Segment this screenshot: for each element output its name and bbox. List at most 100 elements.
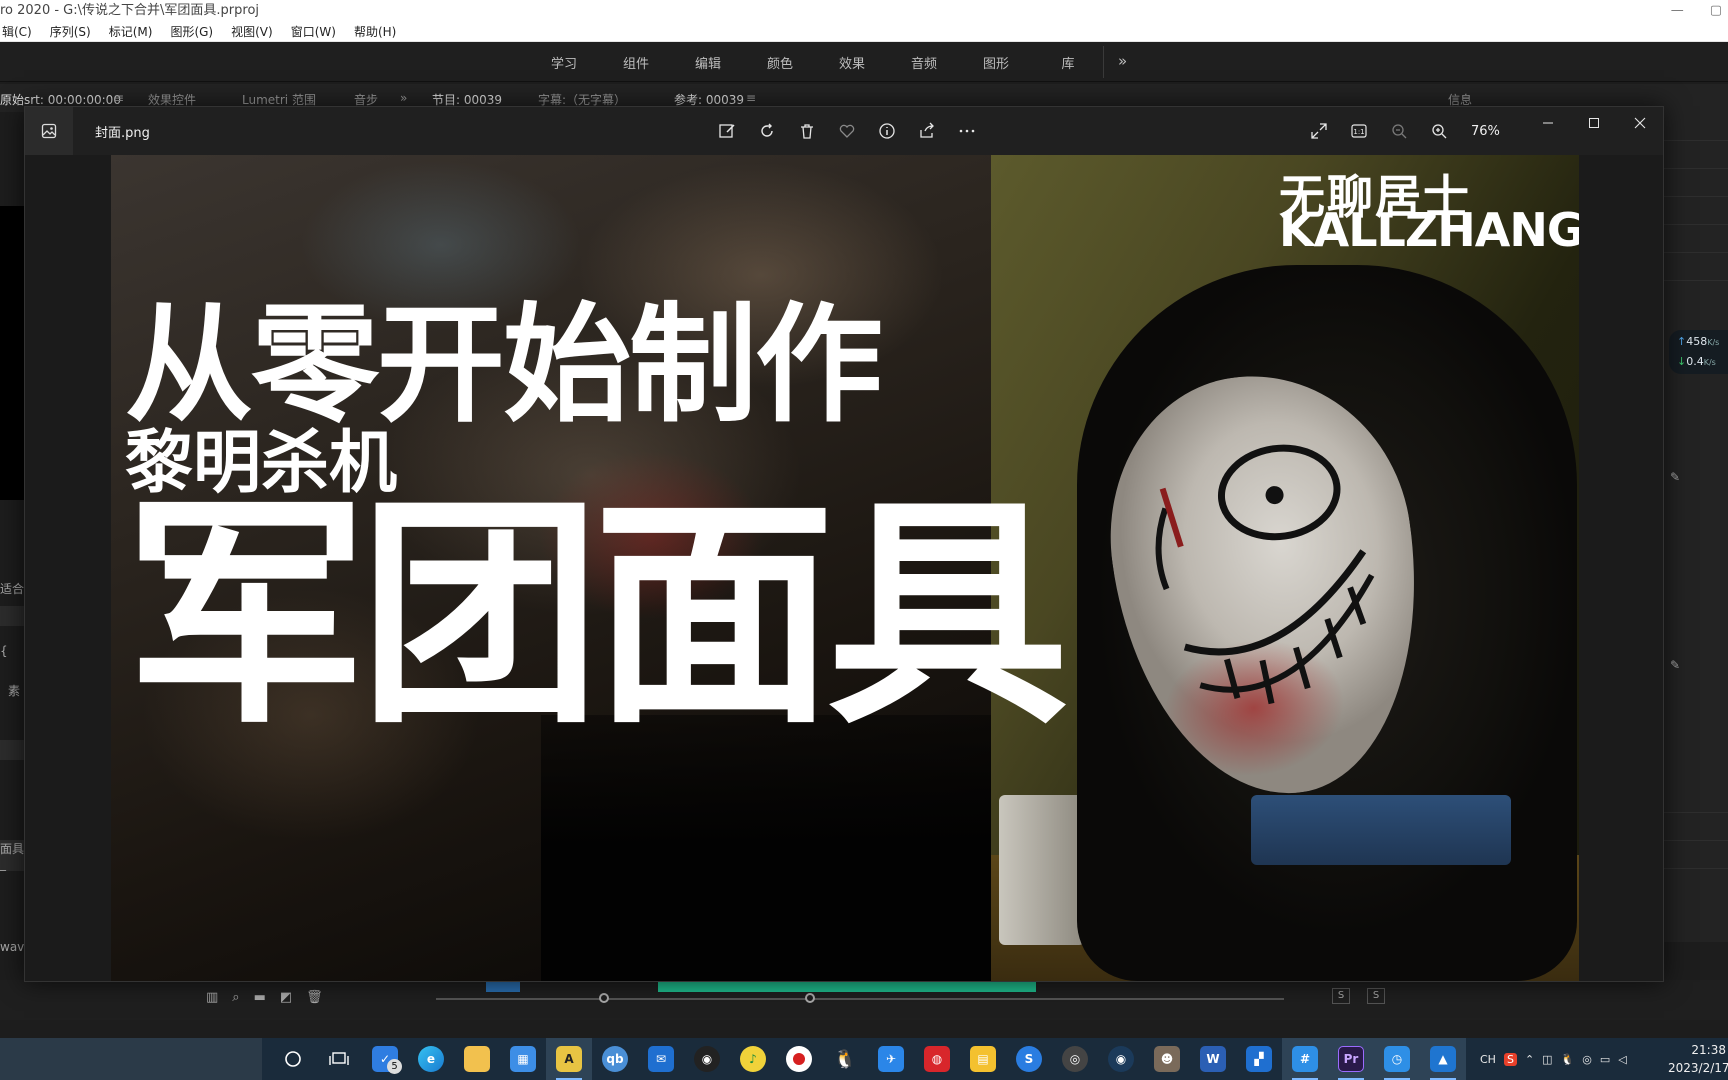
- zoom-in-icon[interactable]: [1427, 119, 1451, 143]
- notes-icon[interactable]: ▤: [960, 1038, 1006, 1080]
- edge-browser-icon[interactable]: e: [408, 1038, 454, 1080]
- workspace-tab-graphics[interactable]: 图形: [960, 53, 1032, 72]
- project-clip-item[interactable]: 面具_: [0, 840, 26, 871]
- tray-overflow-icon[interactable]: ⌃: [1525, 1053, 1534, 1066]
- legion-mask-graphic: [1089, 356, 1445, 814]
- notification-badge: 5: [387, 1059, 402, 1074]
- menu-item-clip[interactable]: 辑(C): [0, 22, 34, 41]
- edit-image-icon[interactable]: [715, 119, 739, 143]
- timeline-zoom-slider[interactable]: [436, 998, 1284, 1000]
- viewer-toolbar: [715, 119, 979, 143]
- word-icon[interactable]: W: [1190, 1038, 1236, 1080]
- qbittorrent-icon[interactable]: qb: [592, 1038, 638, 1080]
- menu-item-window[interactable]: 窗口(W): [289, 22, 338, 41]
- list-view-icon[interactable]: ▥: [206, 990, 218, 1005]
- find-icon[interactable]: ⌕: [232, 990, 239, 1005]
- timeline-slider-handle[interactable]: [805, 993, 815, 1003]
- upload-unit: K/s: [1707, 338, 1720, 347]
- timeline-slider-handle[interactable]: [599, 993, 609, 1003]
- minimize-icon[interactable]: [1525, 107, 1571, 139]
- new-bin-icon[interactable]: ▬: [254, 990, 266, 1005]
- bracket-icon[interactable]: {: [0, 644, 8, 658]
- game-icon[interactable]: ☻: [1144, 1038, 1190, 1080]
- panel-overflow-icon[interactable]: »: [400, 91, 407, 105]
- workspace-tab-editing[interactable]: 编辑: [672, 53, 744, 72]
- clock-app-icon[interactable]: ◷: [1374, 1038, 1420, 1080]
- menu-item-markers[interactable]: 标记(M): [107, 22, 155, 41]
- app-red-icon[interactable]: ◍: [914, 1038, 960, 1080]
- photos-app-icon[interactable]: [25, 107, 73, 155]
- menu-item-sequence[interactable]: 序列(S): [48, 22, 93, 41]
- source-scrub-bar[interactable]: [0, 606, 26, 626]
- app-yellow-icon[interactable]: A: [546, 1038, 592, 1080]
- close-icon[interactable]: [1617, 107, 1663, 139]
- file-explorer-icon[interactable]: [454, 1038, 500, 1080]
- sogou-ime-icon[interactable]: S: [1503, 1052, 1517, 1066]
- cortana-icon[interactable]: [270, 1038, 316, 1080]
- taskbar-clock[interactable]: 21:38 2023/2/17: [1668, 1041, 1728, 1077]
- app-green-icon[interactable]: ♪: [730, 1038, 776, 1080]
- solo-track-toggle[interactable]: S: [1367, 988, 1385, 1004]
- viewer-titlebar: 封面.png 1:1 76%: [25, 107, 1663, 155]
- workspace-tab-libraries[interactable]: 库: [1032, 53, 1104, 72]
- sogou-browser-icon[interactable]: S: [1006, 1038, 1052, 1080]
- tray-qq-icon[interactable]: 🐧: [1561, 1053, 1575, 1066]
- steam-client-icon[interactable]: ◉: [1098, 1038, 1144, 1080]
- more-icon[interactable]: [955, 119, 979, 143]
- menu-item-view[interactable]: 视图(V): [229, 22, 275, 41]
- premiere-minimize-button[interactable]: —: [1671, 0, 1684, 22]
- photos-taskbar-icon[interactable]: ▲: [1420, 1038, 1466, 1080]
- tray-volume-icon[interactable]: ◁: [1618, 1053, 1626, 1066]
- workspace-tab-color[interactable]: 颜色: [744, 53, 816, 72]
- taskbar-app-icons: ✓ 5 e ▦ A qb ✉ ◉ ♪ 🐧 ✈ ◍ ▤ S ◎ ◉ ☻ W ▞ # …: [270, 1038, 1466, 1080]
- project-audio-item[interactable]: wav: [0, 940, 24, 954]
- record-icon[interactable]: [776, 1038, 822, 1080]
- tray-network-icon[interactable]: ▭: [1600, 1053, 1610, 1066]
- premiere-pro-icon[interactable]: Pr: [1328, 1038, 1374, 1080]
- workspace-tab-effects[interactable]: 效果: [816, 53, 888, 72]
- bird-app-icon[interactable]: ✈: [868, 1038, 914, 1080]
- fullscreen-icon[interactable]: [1307, 119, 1331, 143]
- panel-menu-icon[interactable]: ≡: [114, 91, 124, 105]
- premiere-window-controls: — ▢: [1671, 0, 1722, 22]
- workspace-more-icon[interactable]: »: [1118, 52, 1127, 70]
- actual-size-icon[interactable]: 1:1: [1347, 119, 1371, 143]
- new-item-icon[interactable]: ◩: [280, 990, 292, 1005]
- favorite-icon[interactable]: [835, 119, 859, 143]
- hashtag-app-icon[interactable]: #: [1282, 1038, 1328, 1080]
- upload-speed: 458: [1686, 335, 1708, 348]
- premiere-restore-button[interactable]: ▢: [1710, 0, 1722, 22]
- premiere-window-title: ro 2020 - G:\传说之下合并\军团面具.prproj: [0, 3, 260, 18]
- reference-menu-icon[interactable]: ≡: [746, 91, 756, 105]
- music-player-icon[interactable]: ◎: [1052, 1038, 1098, 1080]
- taskbar-search-box[interactable]: [0, 1038, 262, 1080]
- maximize-icon[interactable]: [1571, 107, 1617, 139]
- steam-icon[interactable]: ◉: [684, 1038, 730, 1080]
- input-method-indicator[interactable]: CH: [1480, 1053, 1496, 1066]
- menu-item-help[interactable]: 帮助(H): [352, 22, 398, 41]
- pin-icon[interactable]: ✎: [1670, 470, 1680, 484]
- rotate-icon[interactable]: [755, 119, 779, 143]
- menu-item-graphics[interactable]: 图形(G): [168, 22, 215, 41]
- share-icon[interactable]: [915, 119, 939, 143]
- delete-icon[interactable]: [795, 119, 819, 143]
- workspace-tab-learn[interactable]: 学习: [528, 53, 600, 72]
- workspace-tab-audio[interactable]: 音频: [888, 53, 960, 72]
- trash-icon[interactable]: 🗑: [306, 990, 323, 1005]
- todo-app-icon[interactable]: ✓ 5: [362, 1038, 408, 1080]
- zoom-out-icon[interactable]: [1387, 119, 1411, 143]
- workspace-tab-assembly[interactable]: 组件: [600, 53, 672, 72]
- solo-track-toggle[interactable]: S: [1332, 988, 1350, 1004]
- tray-sync-icon[interactable]: ◎: [1582, 1053, 1592, 1066]
- pin-icon[interactable]: ✎: [1670, 658, 1680, 672]
- task-view-icon[interactable]: [316, 1038, 362, 1080]
- zoom-level[interactable]: 76%: [1471, 124, 1511, 139]
- fit-dropdown[interactable]: 适合: [0, 580, 24, 597]
- clock-date: 2023/2/17: [1668, 1061, 1728, 1075]
- mail-icon[interactable]: ✉: [638, 1038, 684, 1080]
- info-icon[interactable]: [875, 119, 899, 143]
- qq-icon[interactable]: 🐧: [822, 1038, 868, 1080]
- store-icon[interactable]: ▦: [500, 1038, 546, 1080]
- tray-app-icon[interactable]: ◫: [1542, 1053, 1552, 1066]
- app-grid-icon[interactable]: ▞: [1236, 1038, 1282, 1080]
